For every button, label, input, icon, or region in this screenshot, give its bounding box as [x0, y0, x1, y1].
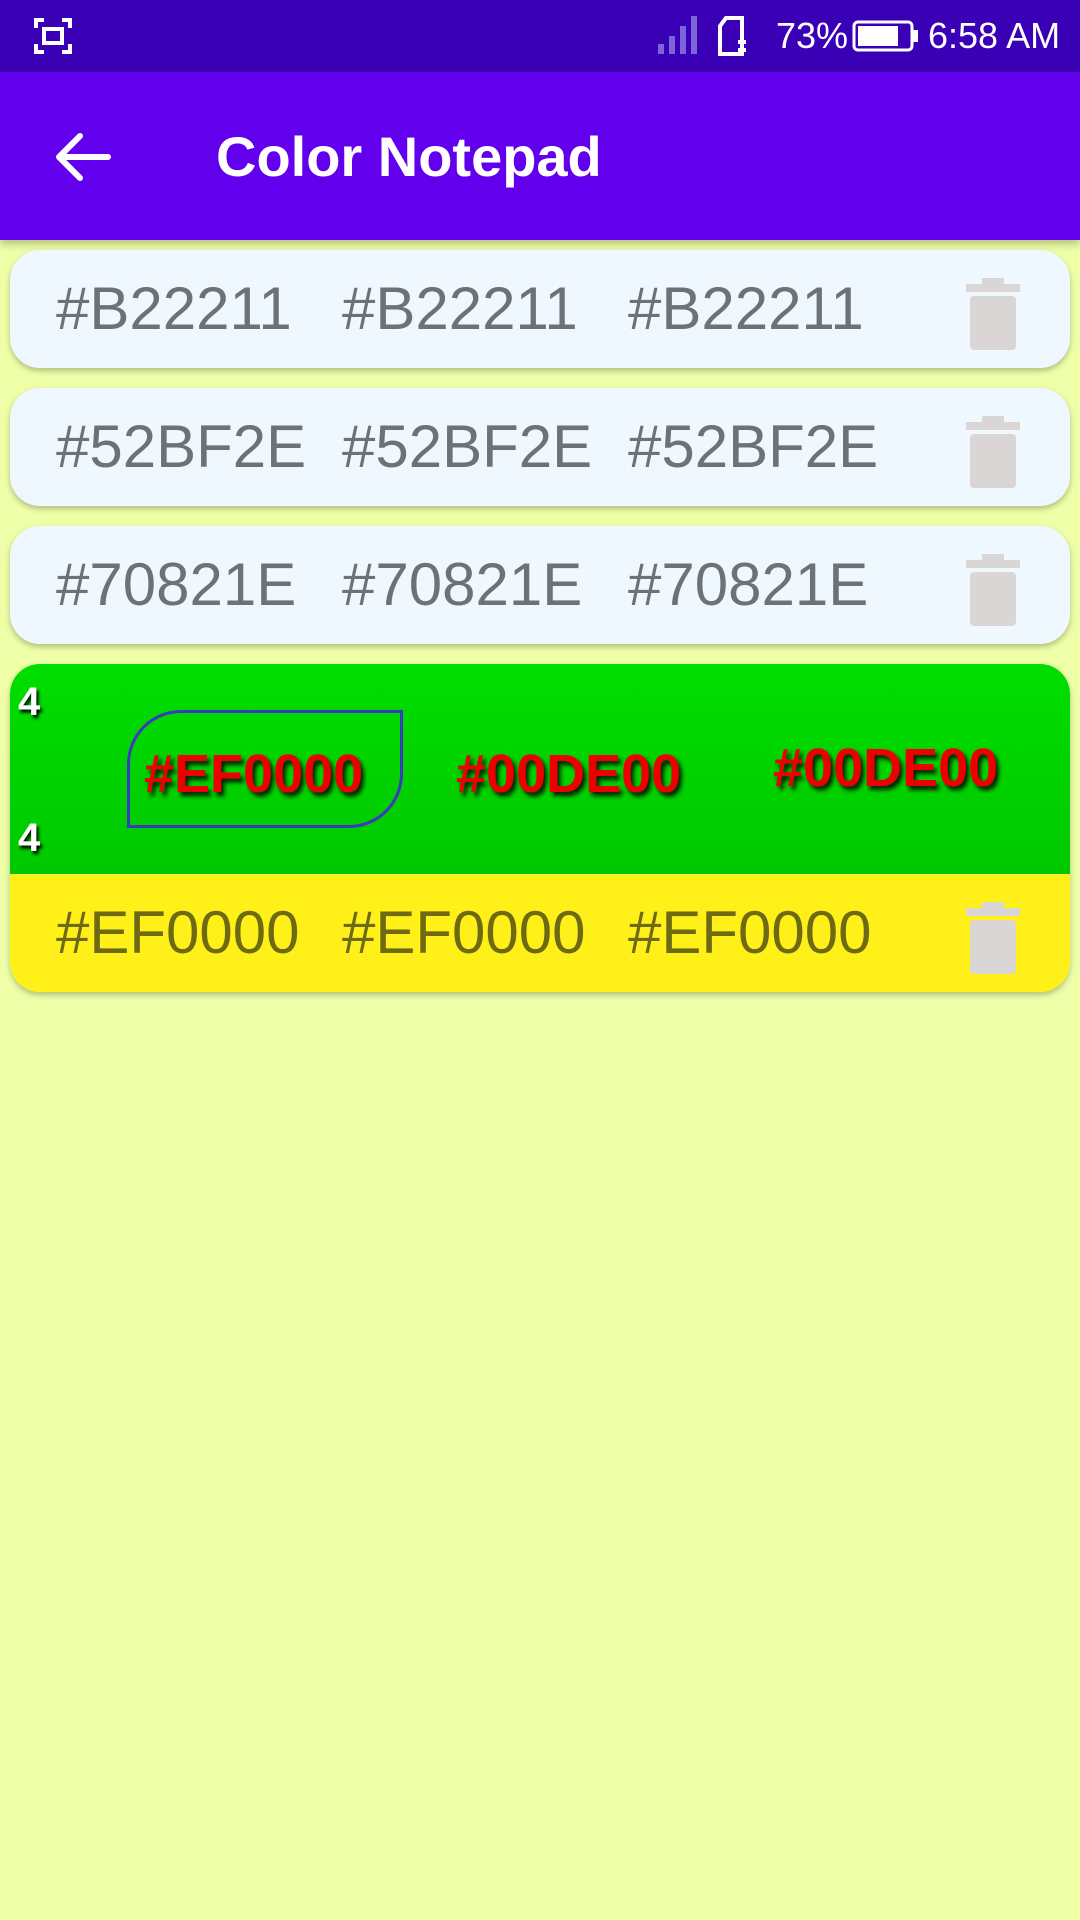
preview-color-2[interactable]: #00DE00: [456, 744, 681, 804]
color-row: #EF0000 #EF0000 #EF0000: [10, 874, 1070, 992]
color-preview-panel: 4 4 #EF0000 #00DE00 #00DE00: [10, 664, 1070, 874]
delete-button[interactable]: [966, 554, 1020, 626]
trash-icon: [966, 554, 1020, 626]
trash-icon: [966, 278, 1020, 350]
app-bar: Color Notepad: [0, 72, 1080, 240]
battery-percentage: 73%: [776, 15, 849, 56]
color-card[interactable]: #70821E #70821E #70821E: [10, 526, 1070, 644]
preview-color-3[interactable]: #00DE00: [773, 738, 998, 798]
delete-button[interactable]: [966, 902, 1020, 974]
color-hex-1: #70821E: [56, 551, 297, 618]
sim-icon: [718, 16, 746, 56]
color-hex-1: #EF0000: [56, 899, 300, 966]
battery-icon: [852, 20, 918, 52]
clock: 6:58 AM: [928, 15, 1061, 56]
signal-icon: [658, 16, 697, 54]
color-hex-2: #B22211: [342, 275, 578, 342]
page-title: Color Notepad: [216, 125, 602, 188]
color-hex-3: #EF0000: [628, 899, 872, 966]
color-hex-2: #EF0000: [342, 899, 586, 966]
status-bar: 73% 6:58 AM: [0, 0, 1080, 72]
color-hex-3: #B22211: [628, 275, 864, 342]
back-button[interactable]: [48, 122, 118, 192]
color-hex-2: #52BF2E: [342, 413, 593, 480]
delete-button[interactable]: [966, 278, 1020, 350]
trash-icon: [966, 416, 1020, 488]
color-hex-3: #70821E: [628, 551, 869, 618]
expanded-color-card[interactable]: 4 4 #EF0000 #00DE00 #00DE00 #EF0000 #EF0…: [10, 664, 1070, 992]
color-hex-1: #B22211: [56, 275, 292, 342]
color-hex-2: #70821E: [342, 551, 583, 618]
color-card[interactable]: #52BF2E #52BF2E #52BF2E: [10, 388, 1070, 506]
color-hex-1: #52BF2E: [56, 413, 307, 480]
color-card[interactable]: #B22211 #B22211 #B22211: [10, 250, 1070, 368]
color-hex-3: #52BF2E: [628, 413, 879, 480]
preview-color-1[interactable]: #EF0000: [144, 744, 363, 804]
count-label-top: 4: [18, 680, 41, 724]
screenshot-icon: [34, 18, 72, 54]
arrow-left-icon: [56, 133, 111, 181]
count-label-bottom: 4: [18, 816, 41, 860]
trash-icon: [966, 902, 1020, 974]
delete-button[interactable]: [966, 416, 1020, 488]
